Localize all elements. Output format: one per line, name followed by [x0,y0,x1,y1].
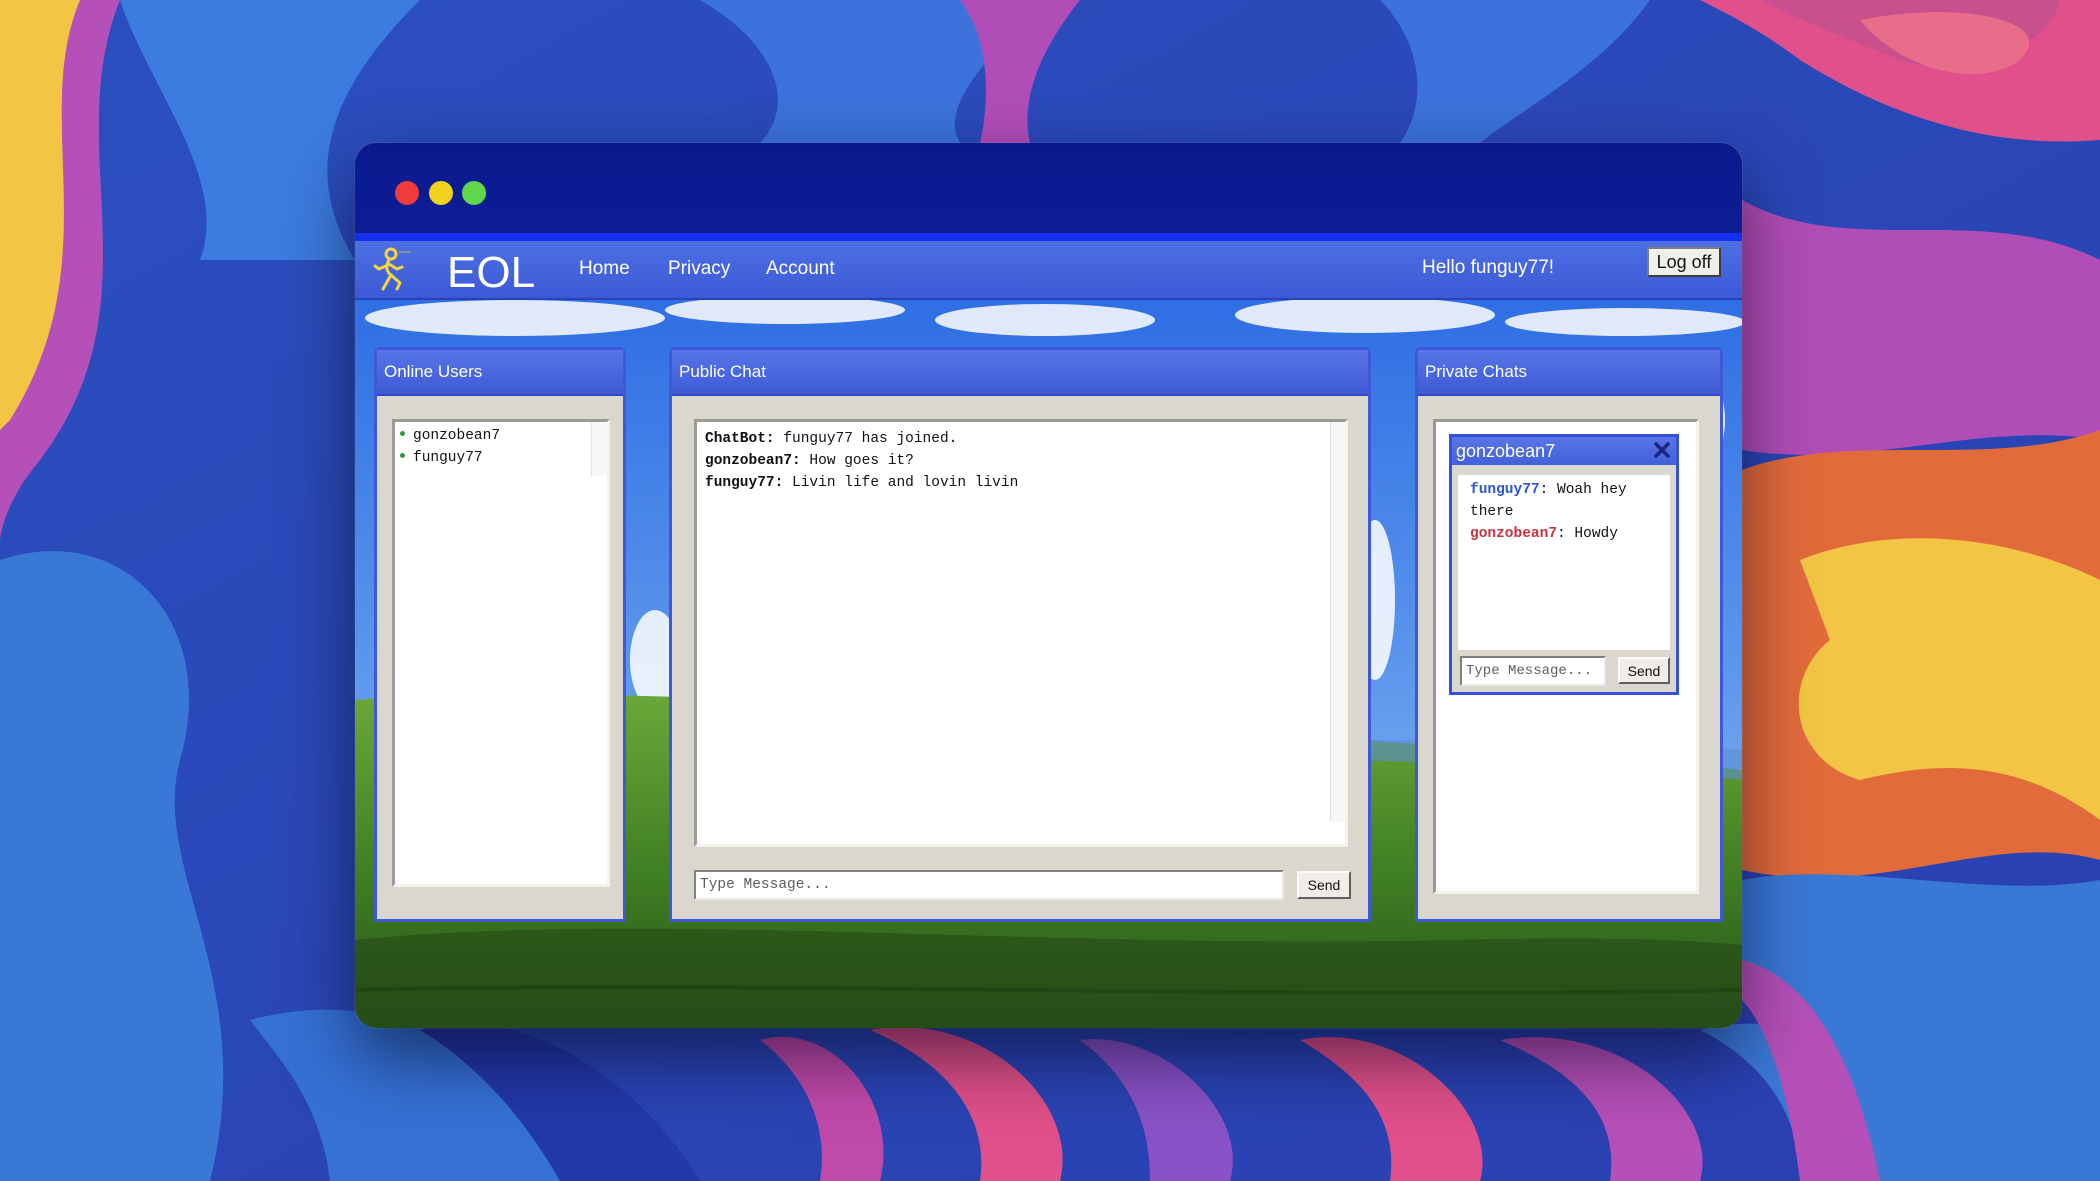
message-text: : Woah hey [1539,482,1627,498]
private-chat-log: funguy77: Woah hey there gonzobean7: How… [1458,472,1670,650]
maximize-window-button[interactable] [462,181,486,205]
online-user-name: gonzobean7 [413,428,501,444]
chat-message: gonzobean7: How goes it? [705,450,914,472]
private-chats-area: gonzobean7 funguy77: Woah hey there gonz… [1433,419,1699,894]
online-user-item[interactable]: funguy77 [400,448,483,468]
online-users-title: Online Users [377,350,623,396]
message-sender: gonzobean7 [705,453,793,469]
message-text: there [1470,504,1514,520]
nav-home-link[interactable]: Home [579,258,630,280]
window-titlebar [355,143,1742,233]
top-navbar: EOL Home Privacy Account Hello funguy77!… [355,241,1742,300]
message-text: Livin life and lovin livin [783,475,1019,491]
private-send-button[interactable]: Send [1618,657,1670,684]
user-greeting: Hello funguy77! [1422,257,1555,278]
user-list-scrollbar[interactable] [591,422,606,476]
message-text: How goes it? [800,453,914,469]
private-message-continued: there [1470,501,1650,523]
public-chat-log: ChatBot: funguy77 has joined. gonzobean7… [694,419,1348,847]
close-icon[interactable] [1652,440,1672,460]
online-users-list[interactable]: gonzobean7 funguy77 [392,419,610,887]
chat-message: ChatBot: funguy77 has joined. [705,428,957,450]
chat-message: funguy77: Livin life and lovin livin [705,472,1018,494]
running-man-logo-icon[interactable] [369,245,415,295]
private-message: gonzobean7: Howdy [1470,523,1650,545]
minimize-window-button[interactable] [429,181,453,205]
brand-name: EOL [447,248,536,297]
message-separator: : [765,431,775,447]
message-text: : Howdy [1557,526,1618,542]
online-status-dot [400,452,405,458]
titlebar-divider [355,233,1742,241]
log-off-button[interactable]: Log off [1647,247,1721,277]
public-send-button[interactable]: Send [1297,871,1351,899]
private-message-input[interactable] [1460,656,1606,686]
public-chat-panel: Public Chat ChatBot: funguy77 has joined… [669,347,1371,922]
private-message: funguy77: Woah hey [1470,479,1650,501]
public-chat-title: Public Chat [672,350,1368,396]
chat-log-scrollbar[interactable] [1330,422,1345,822]
public-message-input[interactable] [694,870,1284,900]
online-user-name: funguy77 [413,450,483,466]
online-users-panel: Online Users gonzobean7 funguy77 [374,347,626,922]
close-window-button[interactable] [395,181,419,205]
message-separator: : [792,453,801,469]
message-text: funguy77 has joined. [774,431,958,447]
message-sender: funguy77 [1470,482,1540,498]
private-chat-partner-name: gonzobean7 [1456,441,1556,461]
message-sender: ChatBot [705,431,766,447]
nav-privacy-link[interactable]: Privacy [668,258,730,280]
online-user-item[interactable]: gonzobean7 [400,426,500,446]
private-chats-panel: Private Chats gonzobean7 funguy77: Woah … [1415,347,1723,922]
nav-account-link[interactable]: Account [766,258,835,280]
private-chat-window[interactable]: gonzobean7 funguy77: Woah hey there gonz… [1449,434,1679,695]
private-chats-title: Private Chats [1418,350,1720,396]
message-sender: gonzobean7 [1470,526,1558,542]
online-status-dot [400,430,405,436]
private-chat-title: gonzobean7 [1452,437,1676,465]
message-sender: funguy77 [705,475,775,491]
